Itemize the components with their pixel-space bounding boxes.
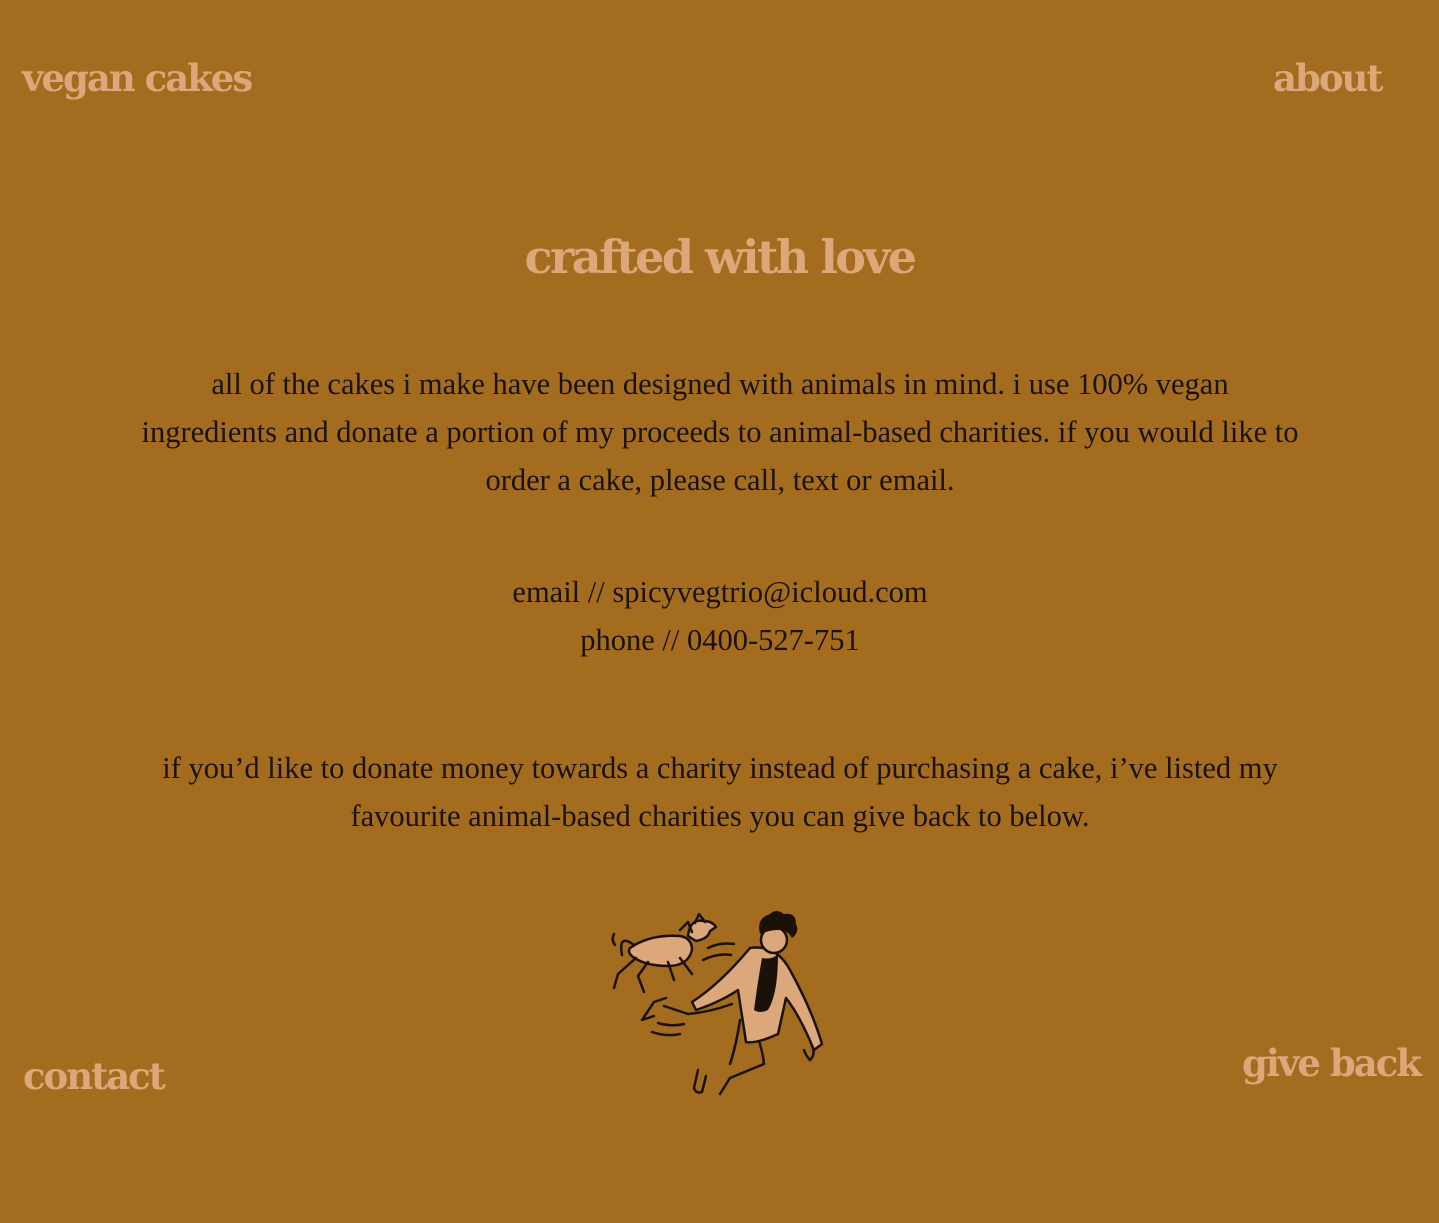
contact-details: email // spicyvegtrio@icloud.com phone /…	[140, 568, 1300, 664]
phone-line[interactable]: phone // 0400-527-751	[140, 616, 1300, 664]
nav-link-give-back[interactable]: give back	[1242, 1045, 1422, 1082]
nav-link-vegan-cakes[interactable]: vegan cakes	[22, 60, 253, 97]
nav-link-contact[interactable]: contact	[23, 1058, 166, 1095]
email-line[interactable]: email // spicyvegtrio@icloud.com	[140, 568, 1300, 616]
donate-paragraph: if you’d like to donate money towards a …	[162, 751, 1278, 833]
nav-link-about[interactable]: about	[1273, 60, 1384, 97]
page-title: crafted with love	[524, 230, 917, 284]
person-running-with-dog-illustration	[611, 911, 824, 1096]
intro-paragraph: all of the cakes i make have been design…	[141, 367, 1299, 497]
